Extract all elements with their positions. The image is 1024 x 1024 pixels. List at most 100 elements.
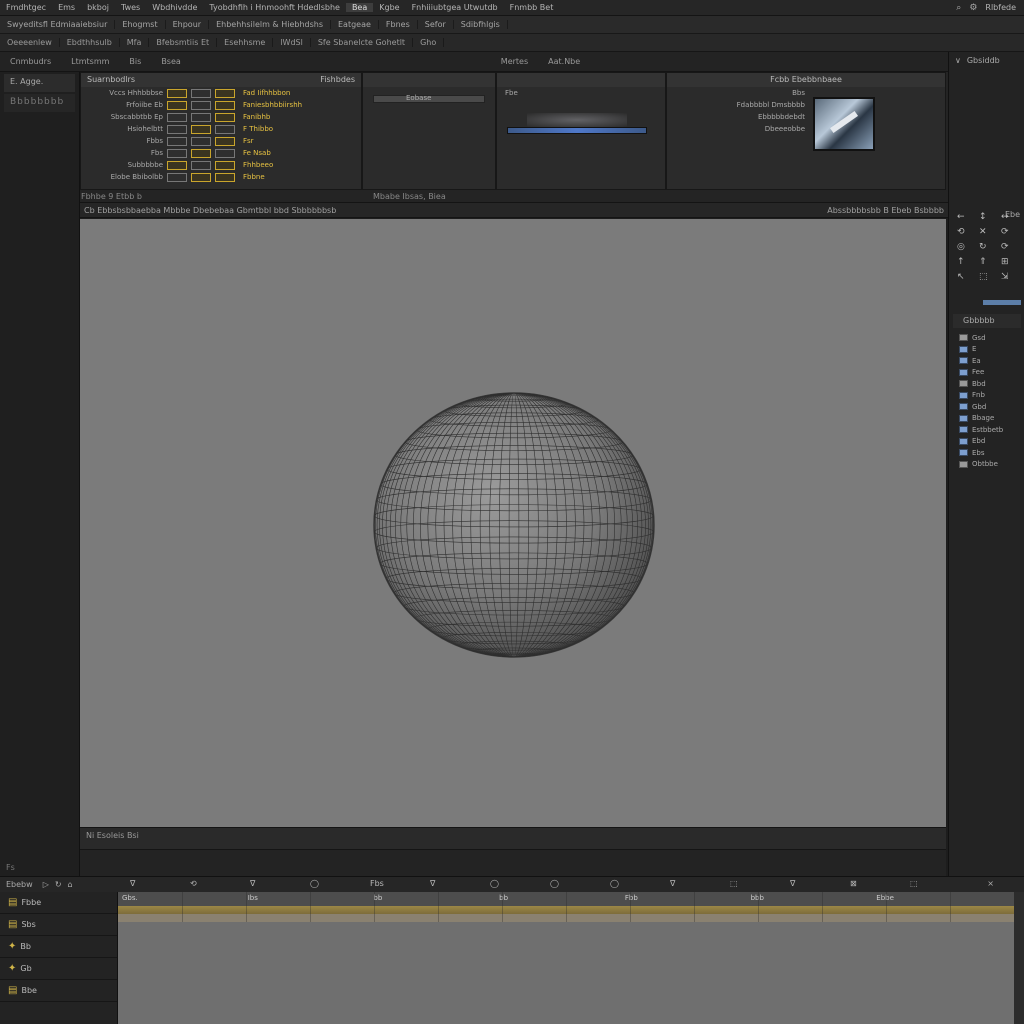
toolbar1-item[interactable]: Sdibfhlgis <box>454 20 508 29</box>
timeline-scrollbar[interactable] <box>1014 892 1024 1024</box>
tool-button[interactable]: ⟲ <box>957 227 975 237</box>
attribute-field[interactable] <box>215 160 235 170</box>
attribute-row[interactable]: Fbs Fe Nsab <box>81 147 361 159</box>
menu-item-create[interactable]: bkboj <box>81 3 115 12</box>
outliner-item[interactable]: Obtbbe <box>959 459 1023 471</box>
track-row[interactable]: ▤ Bbe <box>0 980 117 1002</box>
attribute-field[interactable] <box>191 172 211 182</box>
shelf-tab[interactable]: Bfebsmtiis Et <box>149 38 218 47</box>
attribute-row[interactable]: Fbbs Fsr <box>81 135 361 147</box>
tool-box-sub[interactable]: Bbbbbbbb <box>4 94 75 112</box>
menu-item-mesh-tools[interactable]: Fnhiiiubtgea Utwutdb <box>406 3 504 12</box>
chevron-down-icon[interactable]: ∨ <box>955 56 961 68</box>
tool-button[interactable]: ⊞ <box>1001 257 1019 267</box>
track-row[interactable]: ✦ Gb <box>0 958 117 980</box>
outliner-item[interactable]: E <box>959 344 1023 356</box>
tool-button[interactable]: ⬚ <box>979 272 997 282</box>
attribute-field[interactable] <box>167 160 187 170</box>
close-icon[interactable]: × <box>987 879 994 888</box>
shelf-tab[interactable]: Esehhsme <box>217 38 274 47</box>
track-row[interactable]: ▤ Sbs <box>0 914 117 936</box>
settings-icon[interactable]: ⚙ <box>969 3 977 13</box>
toolbar1-item[interactable]: Eatgeae <box>331 20 379 29</box>
panel-menu-item[interactable]: Cnmbudrs <box>0 57 61 66</box>
shelf-tab[interactable]: Mfa <box>120 38 150 47</box>
color-ramp-slider[interactable] <box>507 127 647 134</box>
timeline-marker[interactable]: ◯ <box>610 879 619 888</box>
menu-item-select[interactable]: Twes <box>115 3 146 12</box>
attribute-row[interactable]: Subbbbbe Fhhbeeo <box>81 159 361 171</box>
tool-button[interactable]: ↕ <box>979 212 997 222</box>
toolbar1-item[interactable]: Ehogmst <box>115 20 166 29</box>
attribute-field[interactable] <box>167 172 187 182</box>
attribute-field[interactable] <box>191 100 211 110</box>
attribute-field[interactable] <box>215 88 235 98</box>
tool-button[interactable]: ⟳ <box>1001 242 1019 252</box>
attribute-field[interactable] <box>215 136 235 146</box>
outliner-item[interactable]: Fnb <box>959 390 1023 402</box>
attribute-field[interactable] <box>191 148 211 158</box>
outliner-item[interactable]: Ebs <box>959 447 1023 459</box>
outliner-item[interactable]: Gbd <box>959 401 1023 413</box>
shelf-tab[interactable]: Oeeeenlew <box>0 38 60 47</box>
timeline-marker[interactable]: ∇ <box>130 879 135 888</box>
attribute-field[interactable] <box>215 148 235 158</box>
panel-menu-item[interactable]: Bsea <box>151 57 190 66</box>
menu-item-modify[interactable]: Wbdhivdde <box>146 3 203 12</box>
panel-menu-item[interactable]: Bis <box>119 57 151 66</box>
search-icon[interactable]: ⌕ <box>956 3 961 13</box>
tool-button[interactable]: ⇑ <box>979 257 997 267</box>
play-icon[interactable]: ▷ <box>43 880 49 889</box>
attribute-field[interactable] <box>215 100 235 110</box>
menu-item-file[interactable]: Fmdhtgec <box>0 3 52 12</box>
attribute-field[interactable] <box>191 112 211 122</box>
attribute-row[interactable]: Elobe Bbibolbb Fbbne <box>81 171 361 183</box>
outliner-item[interactable]: Fee <box>959 367 1023 379</box>
outliner-item[interactable]: Estbbetb <box>959 424 1023 436</box>
timeline-marker[interactable]: ∇ <box>430 879 435 888</box>
wireframe-sphere[interactable] <box>372 391 656 659</box>
attribute-field[interactable] <box>167 100 187 110</box>
tool-button[interactable]: ⟳ <box>1001 227 1019 237</box>
timeline-marker[interactable]: ⬚ <box>730 879 738 888</box>
tool-button[interactable]: ← <box>957 212 975 222</box>
attribute-row[interactable]: Sbscabbtbb Ep Fanibhb <box>81 111 361 123</box>
tool-box-header[interactable]: E. Agge. <box>4 74 75 92</box>
timeline-marker[interactable]: ⊠ <box>850 879 857 888</box>
panel-menu-item[interactable]: Ltmtsmm <box>61 57 119 66</box>
texture-thumbnail[interactable] <box>813 97 875 151</box>
timeline-marker[interactable]: ∇ <box>250 879 255 888</box>
shelf-tab[interactable]: lWdSl <box>273 38 311 47</box>
attribute-field[interactable] <box>167 112 187 122</box>
attribute-field[interactable] <box>215 172 235 182</box>
texture-row[interactable]: Bbs <box>667 87 945 99</box>
attribute-field[interactable] <box>215 112 235 122</box>
track-row[interactable]: ✦ Bb <box>0 936 117 958</box>
attribute-row[interactable]: Hsiohelbtt F Thibbo <box>81 123 361 135</box>
timeline-marker[interactable]: ◯ <box>490 879 499 888</box>
toolbar1-item[interactable]: Ehbehhsilelm & Hiebhdshs <box>209 20 331 29</box>
menu-item-active[interactable]: Bea <box>345 3 374 12</box>
attribute-field[interactable] <box>167 124 187 134</box>
attribute-field[interactable] <box>167 148 187 158</box>
tool-button[interactable]: ↑ <box>957 257 975 267</box>
key-icon[interactable]: ⌂ <box>68 880 73 889</box>
outliner-item[interactable]: Bbd <box>959 378 1023 390</box>
toolbar1-item[interactable]: Sefor <box>418 20 454 29</box>
toolbar1-item[interactable]: Fbnes <box>379 20 418 29</box>
timeline-marker[interactable]: Fbs <box>370 879 384 888</box>
right-panel-title-label[interactable]: Gbsiddb <box>967 56 1000 68</box>
panel-menu-item[interactable]: Aat.Nbe <box>538 57 590 66</box>
toolbar1-item[interactable]: Swyeditsfl Edmiaaiebsiur <box>0 20 116 29</box>
tool-button[interactable]: ↔ <box>1001 212 1019 222</box>
texture-row[interactable]: Fdabbbbl Dmsbbbb <box>667 99 945 111</box>
outliner-item[interactable]: Bbage <box>959 413 1023 425</box>
track-row[interactable]: ▤ Fbbe <box>0 892 117 914</box>
attribute-row[interactable]: Frfoiibe Eb Faniesbhbbiirshh <box>81 99 361 111</box>
attribute-row[interactable]: Vccs Hhhbbbse Fad Iifhhbbon <box>81 87 361 99</box>
tool-button[interactable]: ↻ <box>979 242 997 252</box>
loop-icon[interactable]: ↻ <box>55 880 62 889</box>
timeline-marker[interactable]: ∇ <box>670 879 675 888</box>
shelf-tab[interactable]: Sfe Sbanelcte Gohetlt <box>311 38 414 47</box>
timeline-marker[interactable]: ⬚ <box>910 879 918 888</box>
